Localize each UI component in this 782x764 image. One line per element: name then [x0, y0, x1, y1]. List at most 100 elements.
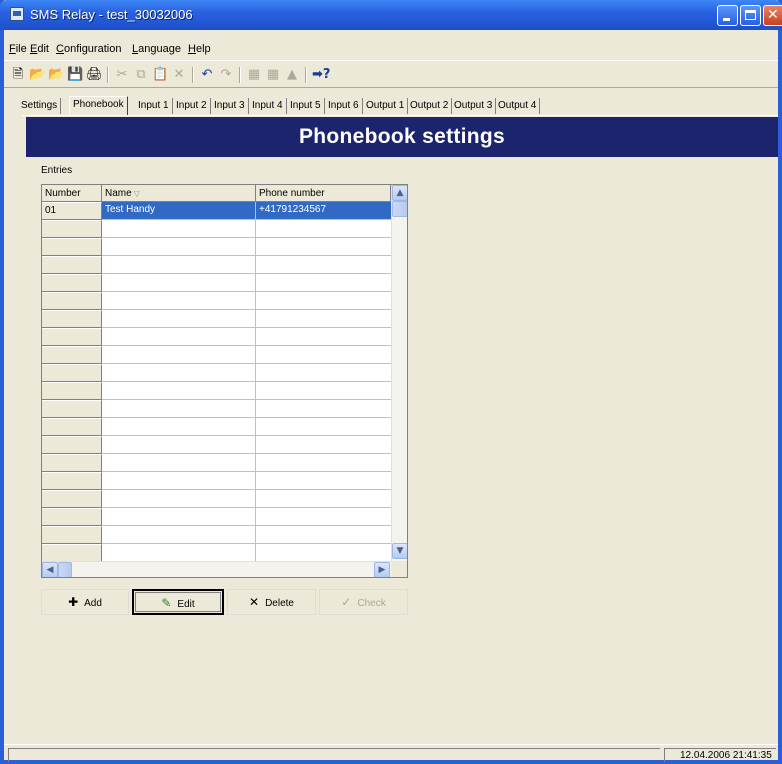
- toolbar-separator: [305, 67, 307, 83]
- empty-table-row[interactable]: [42, 364, 391, 382]
- maximize-button[interactable]: [740, 5, 761, 26]
- toolbar-separator: [192, 67, 194, 83]
- save-icon[interactable]: 💾: [67, 67, 83, 83]
- empty-cell: [102, 382, 256, 400]
- minimize-button[interactable]: [717, 5, 738, 26]
- menu-edit[interactable]: Edit: [30, 43, 49, 55]
- empty-cell: [102, 454, 256, 472]
- empty-cell: [42, 418, 102, 436]
- menu-language[interactable]: Language: [132, 43, 181, 55]
- empty-table-row[interactable]: [42, 238, 391, 256]
- tab-settings[interactable]: Settings: [18, 98, 62, 114]
- scroll-up-icon[interactable]: ▲: [392, 185, 407, 201]
- title-bar[interactable]: SMS Relay - test_30032006: [0, 0, 782, 30]
- new-file-icon[interactable]: 🗎: [10, 67, 26, 83]
- cut-icon[interactable]: ✂: [114, 67, 130, 83]
- empty-cell: [256, 418, 391, 436]
- empty-table-row[interactable]: [42, 472, 391, 490]
- empty-cell: [42, 490, 102, 508]
- paste-icon[interactable]: 📋: [152, 67, 168, 83]
- empty-cell: [102, 418, 256, 436]
- empty-cell: [102, 292, 256, 310]
- tab-input-4[interactable]: Input 4: [249, 98, 287, 114]
- empty-table-row[interactable]: [42, 292, 391, 310]
- empty-cell: [102, 526, 256, 544]
- empty-cell: [102, 400, 256, 418]
- phonebook-grid[interactable]: Number Name ▽ Phone number 01 Test Handy …: [41, 184, 408, 578]
- empty-cell: [102, 220, 256, 238]
- empty-table-row[interactable]: [42, 274, 391, 292]
- scroll-down-icon[interactable]: ▼: [392, 543, 407, 559]
- window-title: SMS Relay - test_30032006: [30, 7, 193, 22]
- empty-table-row[interactable]: [42, 544, 391, 562]
- tab-input-6[interactable]: Input 6: [325, 98, 363, 114]
- scroll-left-icon[interactable]: ◀: [42, 562, 58, 577]
- menu-help[interactable]: Help: [188, 43, 211, 55]
- tab-input-2[interactable]: Input 2: [173, 98, 211, 114]
- empty-cell: [42, 454, 102, 472]
- upload-icon[interactable]: ▲: [284, 67, 300, 83]
- print-icon[interactable]: 🖨: [86, 67, 103, 83]
- empty-table-row[interactable]: [42, 346, 391, 364]
- tab-output-3[interactable]: Output 3: [451, 98, 497, 114]
- empty-table-row[interactable]: [42, 436, 391, 454]
- empty-table-row[interactable]: [42, 310, 391, 328]
- empty-cell: [42, 400, 102, 418]
- menu-file[interactable]: File: [9, 43, 27, 55]
- empty-cell: [42, 436, 102, 454]
- tab-output-4[interactable]: Output 4: [495, 98, 541, 114]
- empty-table-row[interactable]: [42, 256, 391, 274]
- horizontal-scroll-thumb[interactable]: [58, 562, 72, 577]
- check-button[interactable]: ✓ Check: [319, 589, 408, 615]
- empty-cell: [42, 346, 102, 364]
- undo-icon[interactable]: ↶: [199, 67, 215, 83]
- copy-icon[interactable]: ⧉: [133, 67, 149, 83]
- horizontal-scrollbar[interactable]: ◀ ▶: [42, 561, 391, 577]
- tab-output-2[interactable]: Output 2: [407, 98, 453, 114]
- column-header-name[interactable]: Name ▽: [102, 185, 256, 202]
- scroll-right-icon[interactable]: ▶: [374, 562, 390, 577]
- read-device-icon[interactable]: ▦: [246, 67, 262, 83]
- open-icon[interactable]: 📂: [29, 67, 45, 83]
- write-device-icon[interactable]: ▦: [265, 67, 281, 83]
- tab-input-1[interactable]: Input 1: [135, 98, 173, 114]
- vertical-scrollbar[interactable]: ▲ ▼: [391, 185, 407, 561]
- empty-cell: [256, 400, 391, 418]
- empty-cell: [42, 364, 102, 382]
- table-row[interactable]: 01 Test Handy +41791234567: [42, 202, 391, 220]
- whats-this-help-icon[interactable]: ➡?: [312, 67, 330, 83]
- entries-label: Entries: [41, 165, 73, 176]
- app-icon[interactable]: [10, 7, 24, 21]
- redo-icon[interactable]: ↷: [218, 67, 234, 83]
- tab-input-5[interactable]: Input 5: [287, 98, 325, 114]
- add-button[interactable]: ✚ Add: [41, 589, 129, 615]
- empty-cell: [102, 364, 256, 382]
- edit-button[interactable]: ✎ Edit: [132, 589, 224, 615]
- empty-table-row[interactable]: [42, 490, 391, 508]
- column-header-phone[interactable]: Phone number: [256, 185, 391, 202]
- tab-output-1[interactable]: Output 1: [363, 98, 409, 114]
- empty-cell: [256, 508, 391, 526]
- menu-configuration[interactable]: Configuration: [56, 43, 121, 55]
- empty-table-row[interactable]: [42, 454, 391, 472]
- vertical-scroll-thumb[interactable]: [392, 201, 407, 217]
- import-icon[interactable]: 📂: [48, 67, 64, 83]
- empty-cell: [102, 328, 256, 346]
- empty-table-row[interactable]: [42, 508, 391, 526]
- empty-table-row[interactable]: [42, 382, 391, 400]
- empty-cell: [256, 274, 391, 292]
- empty-cell: [102, 274, 256, 292]
- empty-cell: [256, 472, 391, 490]
- check-icon: ✓: [341, 595, 352, 609]
- empty-table-row[interactable]: [42, 220, 391, 238]
- column-header-number[interactable]: Number: [42, 185, 102, 202]
- empty-table-row[interactable]: [42, 328, 391, 346]
- tab-phonebook[interactable]: Phonebook: [69, 96, 128, 115]
- empty-table-row[interactable]: [42, 526, 391, 544]
- tab-input-3[interactable]: Input 3: [211, 98, 249, 114]
- close-button[interactable]: [763, 5, 782, 26]
- empty-table-row[interactable]: [42, 400, 391, 418]
- delete-icon[interactable]: ✕: [171, 67, 187, 83]
- delete-button[interactable]: ✕ Delete: [227, 589, 316, 615]
- empty-table-row[interactable]: [42, 418, 391, 436]
